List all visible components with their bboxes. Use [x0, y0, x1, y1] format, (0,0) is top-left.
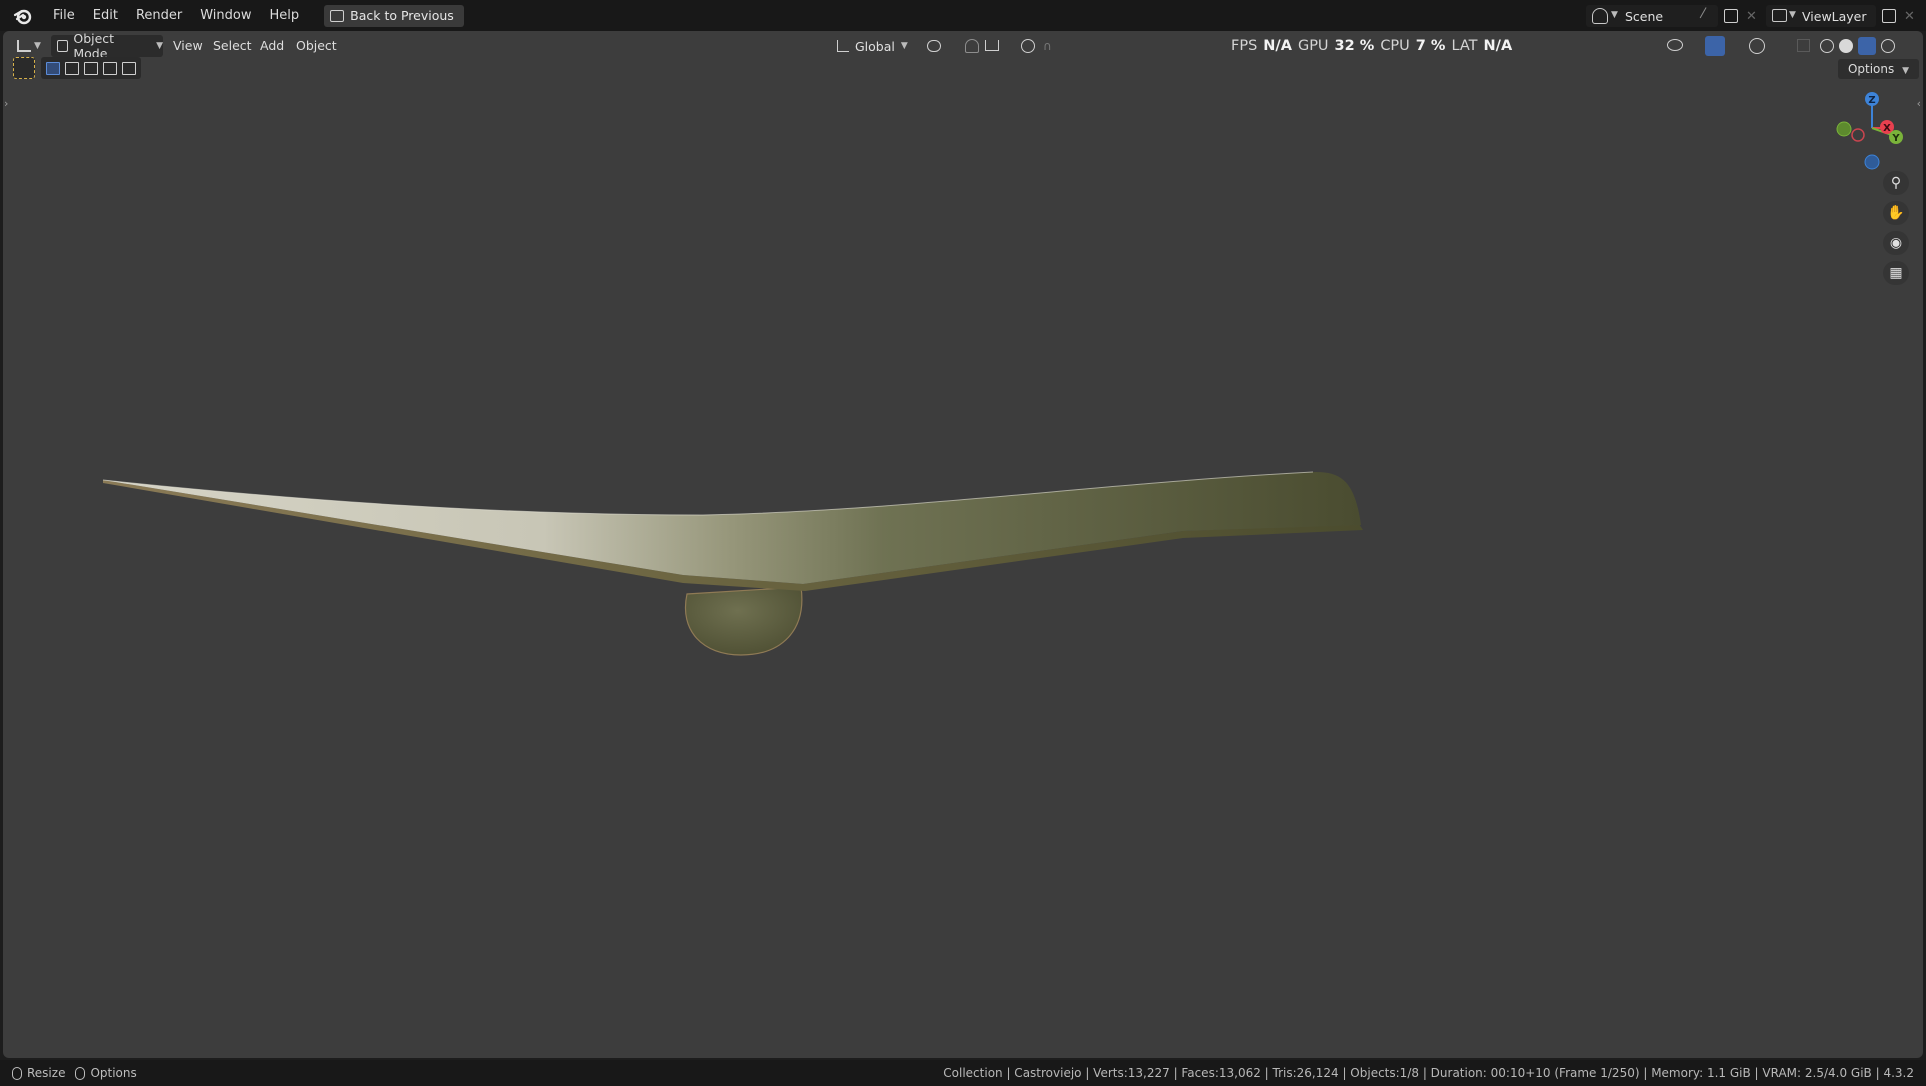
scene-selector[interactable]: ▼ Scene ✕ [1586, 5, 1757, 27]
scene-name: Scene [1625, 8, 1664, 24]
orthographic-toggle-icon[interactable]: ▦ [1883, 261, 1909, 285]
object-mode-dropdown[interactable]: Object Mode ▼ [51, 31, 163, 61]
pan-hand-icon[interactable]: ✋ [1883, 201, 1909, 225]
viewport-navigation-tools: ⚲ ✋ ◉ ▦ [1883, 171, 1913, 285]
chevron-down-icon: ▼ [1902, 66, 1909, 76]
new-scene-icon[interactable] [1724, 9, 1738, 23]
mouse-left-icon [12, 1066, 22, 1080]
back-to-previous-button[interactable]: Back to Previous [324, 4, 464, 27]
scene-statistics: Collection | Castroviejo | Verts:13,227 … [943, 1066, 1914, 1080]
chevron-down-icon: ▼ [156, 41, 163, 51]
gizmo-neg-z-axis[interactable] [1864, 154, 1880, 170]
viewport-scene: Z X Y [102, 92, 1903, 656]
gizmo-x-label: X [1883, 123, 1891, 134]
status-hints: Resize Options [12, 1066, 137, 1080]
options-label: Options [1847, 62, 1895, 76]
transform-orientation-label: Global [855, 38, 895, 54]
proportional-editing-icon[interactable] [1021, 39, 1035, 53]
resize-hint: Resize [12, 1066, 65, 1080]
select-extend-icon[interactable] [65, 61, 79, 75]
menu-object[interactable]: Object [296, 35, 337, 57]
menu-add[interactable]: Add [260, 35, 284, 57]
gpu-label: GPU [1297, 38, 1329, 54]
chevron-down-icon: ▼ [1611, 10, 1618, 20]
orientation-icon [837, 40, 849, 52]
visibility-icon[interactable] [1667, 39, 1683, 51]
solid-shading-icon[interactable] [1839, 39, 1853, 53]
select-new-icon[interactable] [46, 61, 60, 75]
top-menu-bar: File Edit Render Window Help Back to Pre… [0, 0, 1926, 31]
viewlayer-selector[interactable]: ▼ ViewLayer ✕ [1766, 5, 1915, 27]
menu-render[interactable]: Render [127, 4, 191, 28]
3d-viewport[interactable]: Z X Y ▼ Object Mode ▼ View Select Add Ob… [3, 31, 1923, 1058]
screen-icon [330, 9, 345, 22]
select-box-tool-button[interactable] [13, 57, 35, 79]
scene-field[interactable]: ▼ Scene [1586, 5, 1718, 27]
menu-help[interactable]: Help [261, 4, 309, 28]
lat-value: N/A [1483, 38, 1513, 54]
blade-model[interactable] [102, 471, 1363, 656]
snap-increment-icon[interactable] [985, 40, 999, 51]
options-hint-label: Options [90, 1066, 137, 1080]
toolbar-expand-icon[interactable]: › [4, 97, 8, 110]
viewlayer-field[interactable]: ▼ ViewLayer [1766, 5, 1876, 27]
cpu-value: 7 % [1415, 38, 1446, 54]
pivot-point-icon[interactable] [927, 40, 941, 52]
gpu-value: 32 % [1334, 38, 1375, 54]
sidebar-expand-icon[interactable]: ‹ [1917, 97, 1921, 110]
object-mode-icon [57, 40, 69, 52]
select-invert-icon[interactable] [103, 61, 117, 75]
close-viewlayer-icon[interactable]: ✕ [1904, 9, 1915, 24]
performance-stats: FPS N/A GPU 32 % CPU 7 % LAT N/A [1231, 31, 1512, 61]
chevron-down-icon: ▼ [1789, 10, 1796, 20]
fps-value: N/A [1263, 38, 1292, 54]
cpu-label: CPU [1380, 38, 1410, 54]
viewlayer-icon [1772, 9, 1787, 22]
pin-icon[interactable] [1699, 7, 1715, 23]
transform-orientation-dropdown[interactable]: Global ▼ [837, 35, 908, 57]
wireframe-shading-icon[interactable] [1820, 39, 1834, 53]
menu-file[interactable]: File [44, 4, 84, 28]
snap-icon[interactable] [965, 39, 979, 53]
gizmo-toggle-icon[interactable] [1705, 36, 1725, 56]
chevron-down-icon: ▼ [34, 41, 41, 51]
new-viewlayer-icon[interactable] [1882, 9, 1896, 23]
overlays-icon[interactable] [1749, 38, 1765, 54]
select-intersect-icon[interactable] [122, 61, 136, 75]
zoom-icon[interactable]: ⚲ [1883, 171, 1909, 195]
mouse-right-icon [75, 1066, 86, 1080]
viewport-header: ▼ Object Mode ▼ View Select Add Object G… [3, 31, 1923, 61]
chevron-down-icon: ▼ [900, 41, 908, 51]
3d-view-icon [17, 40, 31, 52]
back-to-previous-label: Back to Previous [350, 8, 454, 23]
editor-type-button[interactable]: ▼ [17, 35, 41, 57]
rendered-shading-icon[interactable] [1881, 39, 1895, 53]
menu-view[interactable]: View [173, 35, 203, 57]
viewlayer-name: ViewLayer [1802, 8, 1867, 24]
camera-view-icon[interactable]: ◉ [1883, 231, 1909, 255]
close-scene-icon[interactable]: ✕ [1746, 9, 1757, 24]
gizmo-neg-y-axis[interactable] [1836, 121, 1852, 137]
resize-hint-label: Resize [27, 1066, 66, 1080]
navigation-gizmo[interactable]: Z X Y [1836, 92, 1903, 170]
fps-label: FPS [1231, 38, 1258, 54]
lat-label: LAT [1451, 38, 1478, 54]
menu-select[interactable]: Select [213, 35, 252, 57]
blender-logo-icon[interactable] [12, 6, 34, 26]
falloff-icon[interactable]: ∩ [1043, 39, 1057, 53]
gizmo-y-label: Y [1891, 133, 1900, 144]
tool-settings-row [13, 56, 141, 80]
gizmo-z-label: Z [1868, 95, 1875, 106]
options-dropdown[interactable]: Options ▼ [1837, 59, 1919, 79]
menu-window[interactable]: Window [191, 4, 260, 28]
material-shading-icon[interactable] [1858, 37, 1876, 55]
options-hint: Options [75, 1066, 137, 1080]
select-subtract-icon[interactable] [84, 61, 98, 75]
xray-icon[interactable] [1797, 39, 1810, 52]
scene-icon [1592, 8, 1608, 24]
status-bar: Resize Options Collection | Castroviejo … [0, 1060, 1926, 1086]
gizmo-neg-x-axis[interactable] [1851, 128, 1865, 142]
selection-mode-group [41, 57, 141, 79]
menu-edit[interactable]: Edit [84, 4, 127, 28]
